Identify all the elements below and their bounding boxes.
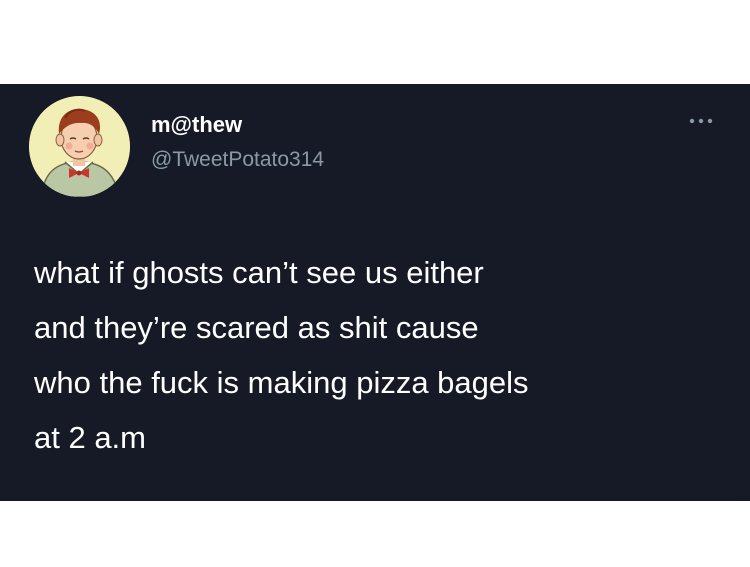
author-display-name[interactable]: m@thew bbox=[151, 112, 242, 138]
author-handle[interactable]: @TweetPotato314 bbox=[151, 147, 324, 173]
more-options-icon bbox=[689, 118, 713, 124]
tweet-text: what if ghosts can’t see us either and t… bbox=[34, 245, 734, 465]
tweet-text-line: who the fuck is making pizza bagels bbox=[34, 365, 529, 400]
tweet-text-line: and they’re scared as shit cause bbox=[34, 310, 479, 345]
tweet-card: m@thew @TweetPotato314 what if ghosts ca… bbox=[0, 84, 750, 501]
tweet-text-line: what if ghosts can’t see us either bbox=[34, 255, 484, 290]
page: m@thew @TweetPotato314 what if ghosts ca… bbox=[0, 0, 750, 567]
avatar[interactable] bbox=[29, 96, 130, 197]
cartoon-boy-avatar-icon bbox=[29, 96, 130, 197]
more-options-button[interactable] bbox=[686, 114, 716, 128]
tweet-text-line: at 2 a.m bbox=[34, 420, 146, 455]
